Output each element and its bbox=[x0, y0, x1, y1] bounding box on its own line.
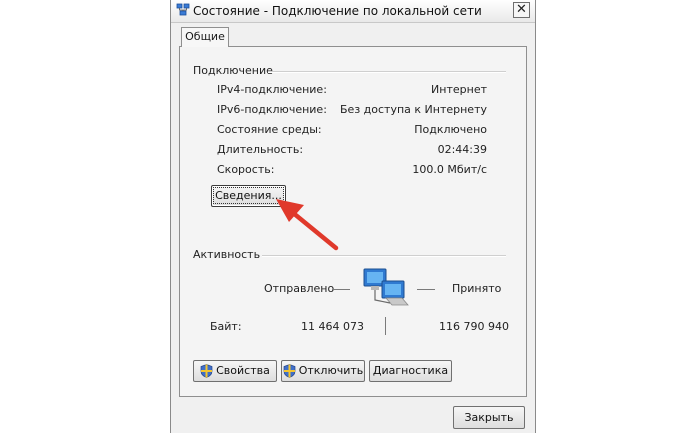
tab-general[interactable]: Общие bbox=[181, 27, 229, 47]
red-arrow bbox=[276, 199, 339, 251]
